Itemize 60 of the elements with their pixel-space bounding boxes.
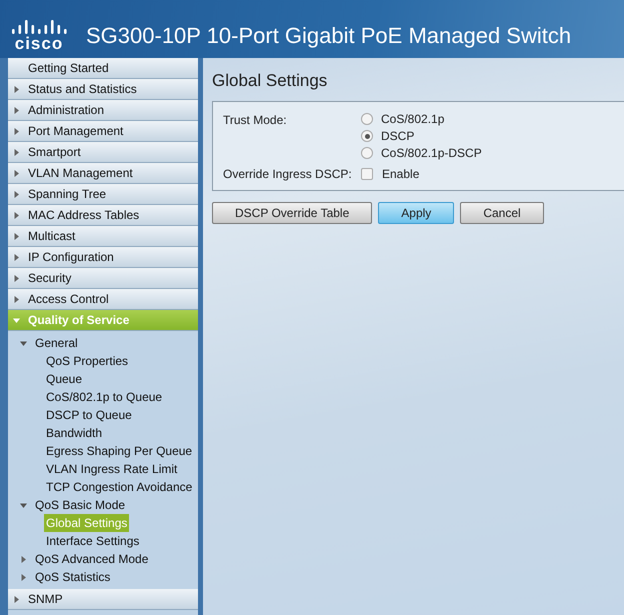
caret-right-icon (13, 170, 20, 176)
caret-right-icon (13, 148, 20, 156)
sidebar-item[interactable]: Security (8, 268, 198, 289)
menu-link[interactable]: CoS/802.1p to Queue (44, 388, 164, 406)
radio-button[interactable] (361, 113, 373, 125)
caret-right-icon (13, 232, 20, 240)
sidebar-item[interactable]: Multicast (8, 226, 198, 247)
device-title: SG300-10P 10-Port Gigabit PoE Managed Switch (86, 22, 572, 50)
sidebar-item[interactable]: Port Management (8, 121, 198, 142)
caret-right-icon (13, 212, 20, 218)
logo-text: cisco (14, 34, 64, 52)
caret-right-icon (13, 86, 20, 92)
caret-right-icon (13, 128, 20, 134)
action-button[interactable]: DSCP Override Table (212, 202, 372, 224)
caret-right-icon (20, 556, 27, 562)
radio-label: CoS/802.1p (381, 111, 444, 128)
sidebar-item[interactable]: MAC Address Tables (8, 205, 198, 226)
menu-group[interactable]: General (8, 334, 198, 352)
caret-right-icon (13, 254, 20, 260)
action-button[interactable]: Apply (378, 202, 454, 224)
sidebar-item[interactable]: Status and Statistics (8, 79, 198, 100)
caret-right-icon (13, 106, 20, 114)
sidebar-item[interactable]: IP Configuration (8, 247, 198, 268)
menu-group[interactable]: QoS Basic Mode (8, 496, 198, 514)
caret-right-icon (13, 190, 20, 198)
radio-label: DSCP (381, 128, 414, 145)
checkbox[interactable] (361, 168, 373, 180)
sidebar-item[interactable]: Spanning Tree (8, 184, 198, 205)
field-label: Trust Mode: (223, 112, 288, 129)
sidebar-item[interactable]: VLAN Management (8, 163, 198, 184)
menu-group[interactable]: QoS Advanced Mode (8, 550, 198, 568)
page-title: Global Settings (212, 70, 328, 92)
caret-right-icon (20, 574, 27, 580)
sidebar-item[interactable]: SNMP (8, 589, 198, 610)
field-label: Override Ingress DSCP: (223, 166, 353, 183)
menu-link[interactable]: Queue (44, 370, 84, 388)
radio-button[interactable] (361, 130, 373, 142)
caret-right-icon (13, 596, 20, 602)
menu-link[interactable]: DSCP to Queue (44, 406, 134, 424)
radio-label: CoS/802.1p-DSCP (381, 145, 482, 162)
caret-down-icon (20, 502, 27, 508)
checkbox-label: Enable (382, 166, 420, 183)
sidebar-item[interactable]: Getting Started (8, 58, 198, 79)
sidebar-item[interactable]: Access Control (8, 289, 198, 310)
menu-link[interactable]: Egress Shaping Per Queue (44, 442, 194, 460)
sidebar-item[interactable]: Smartport (8, 142, 198, 163)
menu-group[interactable]: QoS Statistics (8, 568, 198, 586)
menu-link[interactable]: VLAN Ingress Rate Limit (44, 460, 180, 478)
menu-link[interactable]: Interface Settings (44, 532, 142, 550)
caret-right-icon (13, 274, 20, 282)
menu-link[interactable]: TCP Congestion Avoidance (44, 478, 194, 496)
logo-bars-icon (11, 18, 67, 34)
caret-down-icon (13, 316, 20, 324)
caret-right-icon (13, 296, 20, 302)
sidebar-item[interactable]: Administration (8, 100, 198, 121)
caret-down-icon (20, 340, 27, 346)
radio-button[interactable] (361, 147, 373, 159)
action-button[interactable]: Cancel (460, 202, 544, 224)
menu-link[interactable]: QoS Properties (44, 352, 130, 370)
menu-link[interactable]: Bandwidth (44, 424, 104, 442)
